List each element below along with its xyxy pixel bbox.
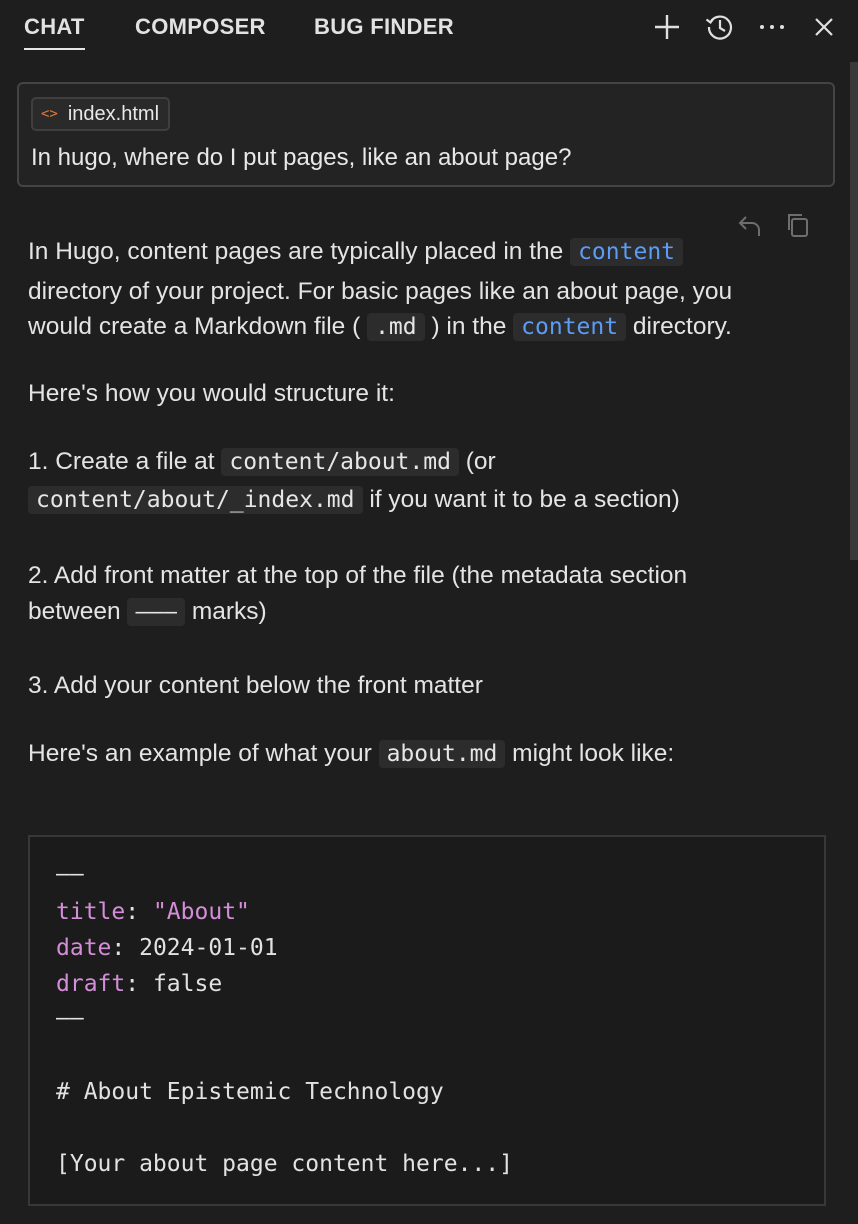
inline-code-content[interactable]: content: [513, 313, 627, 341]
header-tabs: CHAT COMPOSER BUG FINDER: [0, 0, 858, 56]
response-text: might look like:: [512, 740, 675, 767]
prompt-text: In hugo, where do I put pages, like an a…: [31, 144, 572, 171]
response-text: if you want it to be a section): [369, 486, 680, 513]
code-line-draft: draft: false: [56, 971, 223, 997]
code-line-title: title: "About": [56, 899, 250, 925]
code-line-body: [Your about page content here...]: [56, 1151, 513, 1177]
response-line: 1. Create a file at content/about.md (or: [28, 448, 496, 476]
inline-code-path: content/about.md: [221, 448, 459, 476]
yaml-key: draft: [56, 971, 126, 997]
response-text: Here's an example of what your: [28, 740, 372, 767]
response-text: marks): [191, 598, 267, 625]
inline-code-md: .md: [367, 313, 425, 341]
inline-code-path: content/about/_index.md: [28, 486, 363, 514]
tab-bug-finder[interactable]: BUG FINDER: [314, 14, 454, 40]
response-text: In Hugo, content pages are typically pla…: [28, 238, 564, 265]
file-chip-label: index.html: [67, 102, 160, 125]
response-text: between: [28, 598, 121, 625]
yaml-key: title: [56, 899, 126, 925]
user-prompt-card: <> index.html In hugo, where do I put pa…: [17, 82, 835, 187]
response-line: directory of your project. For basic pag…: [28, 278, 732, 306]
code-line-heading: # About Epistemic Technology: [56, 1079, 444, 1105]
response-text: would create a Markdown file (: [28, 313, 361, 340]
response-text: directory.: [632, 313, 732, 340]
file-context-chip[interactable]: <> index.html: [31, 97, 171, 131]
code-file-icon: <>: [41, 106, 58, 122]
response-text: (or: [465, 448, 496, 475]
inline-code-dashes: ———: [127, 598, 185, 626]
scrollbar[interactable]: [850, 62, 858, 560]
response-line: 3. Add your content below the front matt…: [28, 672, 483, 699]
yaml-key: date: [56, 935, 112, 961]
yaml-value: false: [152, 971, 223, 997]
plus-icon[interactable]: [650, 10, 684, 44]
close-icon[interactable]: [807, 10, 841, 44]
inline-code-filename: about.md: [378, 740, 506, 768]
tab-chat[interactable]: CHAT: [24, 14, 85, 50]
copy-icon[interactable]: [783, 210, 813, 240]
response-line: Here's an example of what your about.md …: [28, 740, 674, 768]
code-separator: ——: [56, 861, 84, 887]
response-line: between ——— marks): [28, 598, 267, 626]
code-block: —— title: "About" date: 2024-01-01 draft…: [28, 835, 826, 1206]
code-separator: ——: [56, 1005, 84, 1031]
yaml-value: 2024-01-01: [139, 935, 278, 961]
response-line: would create a Markdown file ( .md ) in …: [28, 313, 732, 341]
response-text: ) in the: [431, 313, 507, 340]
reply-icon[interactable]: [735, 210, 765, 240]
response-line: content/about/_index.md if you want it t…: [28, 486, 680, 514]
history-icon[interactable]: [703, 10, 737, 44]
yaml-value: "About": [152, 899, 250, 925]
code-line-date: date: 2024-01-01: [56, 935, 278, 961]
response-line: 2. Add front matter at the top of the fi…: [28, 562, 688, 589]
response-text: directory of your project. For basic pag…: [28, 278, 733, 305]
more-icon[interactable]: [755, 10, 789, 44]
response-line: In Hugo, content pages are typically pla…: [28, 238, 684, 266]
inline-code-content[interactable]: content: [570, 238, 684, 266]
response-line: Here's how you would structure it:: [28, 380, 395, 407]
response-text: 1. Create a file at: [28, 448, 215, 475]
tab-composer[interactable]: COMPOSER: [135, 14, 266, 40]
